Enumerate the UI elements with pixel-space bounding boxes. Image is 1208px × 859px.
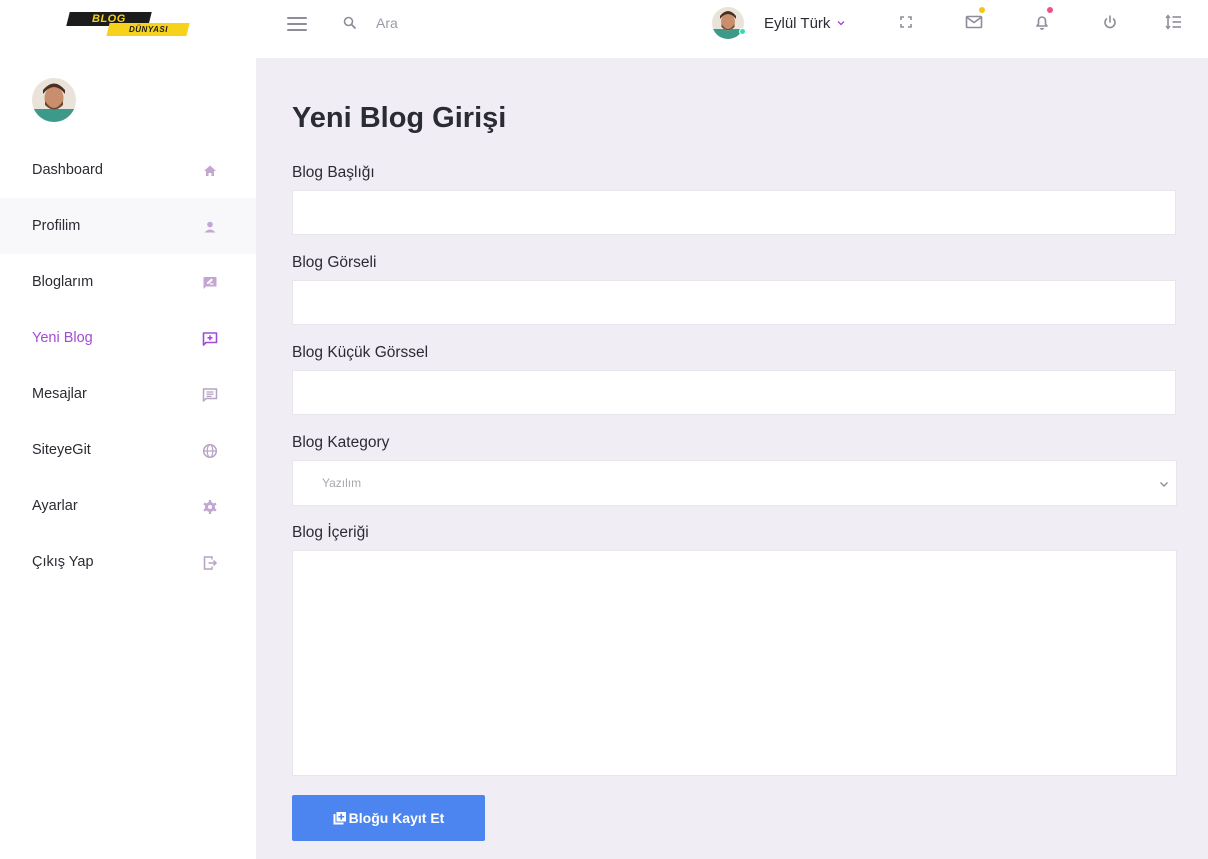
- menu-toggle-icon[interactable]: [287, 16, 307, 32]
- blog-category-select[interactable]: Yazılım: [292, 460, 1177, 506]
- sidebar-nav: Dashboard Profilim Bloglarım Yeni Blog M…: [0, 142, 256, 590]
- chat-icon: [202, 388, 218, 402]
- online-status-dot: [739, 28, 746, 35]
- chevron-down-icon[interactable]: [836, 18, 846, 28]
- blog-image-input[interactable]: [292, 280, 1176, 325]
- mail-icon[interactable]: [964, 12, 984, 32]
- power-icon[interactable]: [1100, 12, 1120, 32]
- fullscreen-icon[interactable]: [896, 12, 916, 32]
- blog-title-input[interactable]: [292, 190, 1176, 235]
- sidebar-item-dashboard[interactable]: Dashboard: [0, 142, 256, 198]
- blog-thumbnail-label: Blog Küçük Görssel: [292, 344, 429, 361]
- edit-message-icon: [203, 277, 217, 289]
- sidebar-item-cikis-yap[interactable]: Çıkış Yap: [0, 534, 256, 590]
- sidebar-item-label: Dashboard: [32, 162, 103, 178]
- save-blog-button[interactable]: Bloğu Kayıt Et: [292, 795, 485, 841]
- main-content: Yeni Blog Girişi Blog Başlığı Blog Görse…: [256, 58, 1208, 859]
- sidebar-item-mesajlar[interactable]: Mesajlar: [0, 366, 256, 422]
- sidebar-item-profilim[interactable]: Profilim: [0, 198, 256, 254]
- sidebar-item-yeni-blog[interactable]: Yeni Blog: [0, 310, 256, 366]
- brand-logo[interactable]: BLOG DÜNYASI: [66, 10, 190, 38]
- sidebar-item-label: SiteyeGit: [32, 442, 91, 458]
- blog-category-selected-value: Yazılım: [322, 476, 362, 490]
- page-title: Yeni Blog Girişi: [292, 102, 507, 134]
- sidebar-item-bloglarim[interactable]: Bloglarım: [0, 254, 256, 310]
- blog-content-label: Blog İçeriği: [292, 524, 369, 541]
- bell-badge: [1047, 7, 1053, 13]
- sidebar-avatar[interactable]: [32, 78, 76, 122]
- app-root: BLOG DÜNYASI Ara Eylül Türk Dashboard Pr…: [0, 0, 1208, 859]
- add-message-icon: [202, 332, 218, 346]
- search-icon[interactable]: [342, 15, 358, 31]
- sidebar-item-label: Çıkış Yap: [32, 554, 94, 570]
- blog-category-label: Blog Kategory: [292, 434, 390, 451]
- gear-icon: [203, 500, 217, 514]
- search-input[interactable]: [368, 11, 568, 35]
- sidebar-item-siteyegit[interactable]: SiteyeGit: [0, 422, 256, 478]
- blog-title-label: Blog Başlığı: [292, 164, 375, 181]
- blog-thumbnail-input[interactable]: [292, 370, 1176, 415]
- user-name[interactable]: Eylül Türk: [764, 15, 830, 32]
- chevron-down-icon: [1160, 482, 1168, 487]
- user-avatar[interactable]: [712, 7, 746, 39]
- add-library-icon: [333, 811, 347, 825]
- sidebar-item-label: Mesajlar: [32, 386, 87, 402]
- blog-image-label: Blog Görseli: [292, 254, 377, 271]
- mail-badge: [979, 7, 985, 13]
- sidebar-item-label: Profilim: [32, 218, 81, 234]
- user-menu[interactable]: Eylül Türk: [712, 6, 846, 40]
- sidebar-item-label: Ayarlar: [32, 498, 78, 514]
- sidebar-item-label: Bloglarım: [32, 274, 94, 290]
- bell-icon[interactable]: [1032, 12, 1052, 32]
- sidebar-item-label: Yeni Blog: [32, 330, 93, 346]
- logo-text-dunyasi: DÜNYASI: [128, 25, 168, 34]
- sidebar-item-ayarlar[interactable]: Ayarlar: [0, 478, 256, 534]
- sidebar: Dashboard Profilim Bloglarım Yeni Blog M…: [0, 58, 256, 859]
- home-icon: [204, 165, 216, 176]
- globe-icon: [202, 443, 218, 459]
- blog-content-textarea[interactable]: [292, 550, 1177, 776]
- sort-list-icon[interactable]: [1164, 12, 1184, 32]
- save-blog-button-label: Bloğu Kayıt Et: [348, 810, 445, 826]
- top-bar: BLOG DÜNYASI Ara Eylül Türk: [0, 0, 1208, 58]
- user-icon: [204, 221, 216, 233]
- logout-icon: [203, 556, 218, 570]
